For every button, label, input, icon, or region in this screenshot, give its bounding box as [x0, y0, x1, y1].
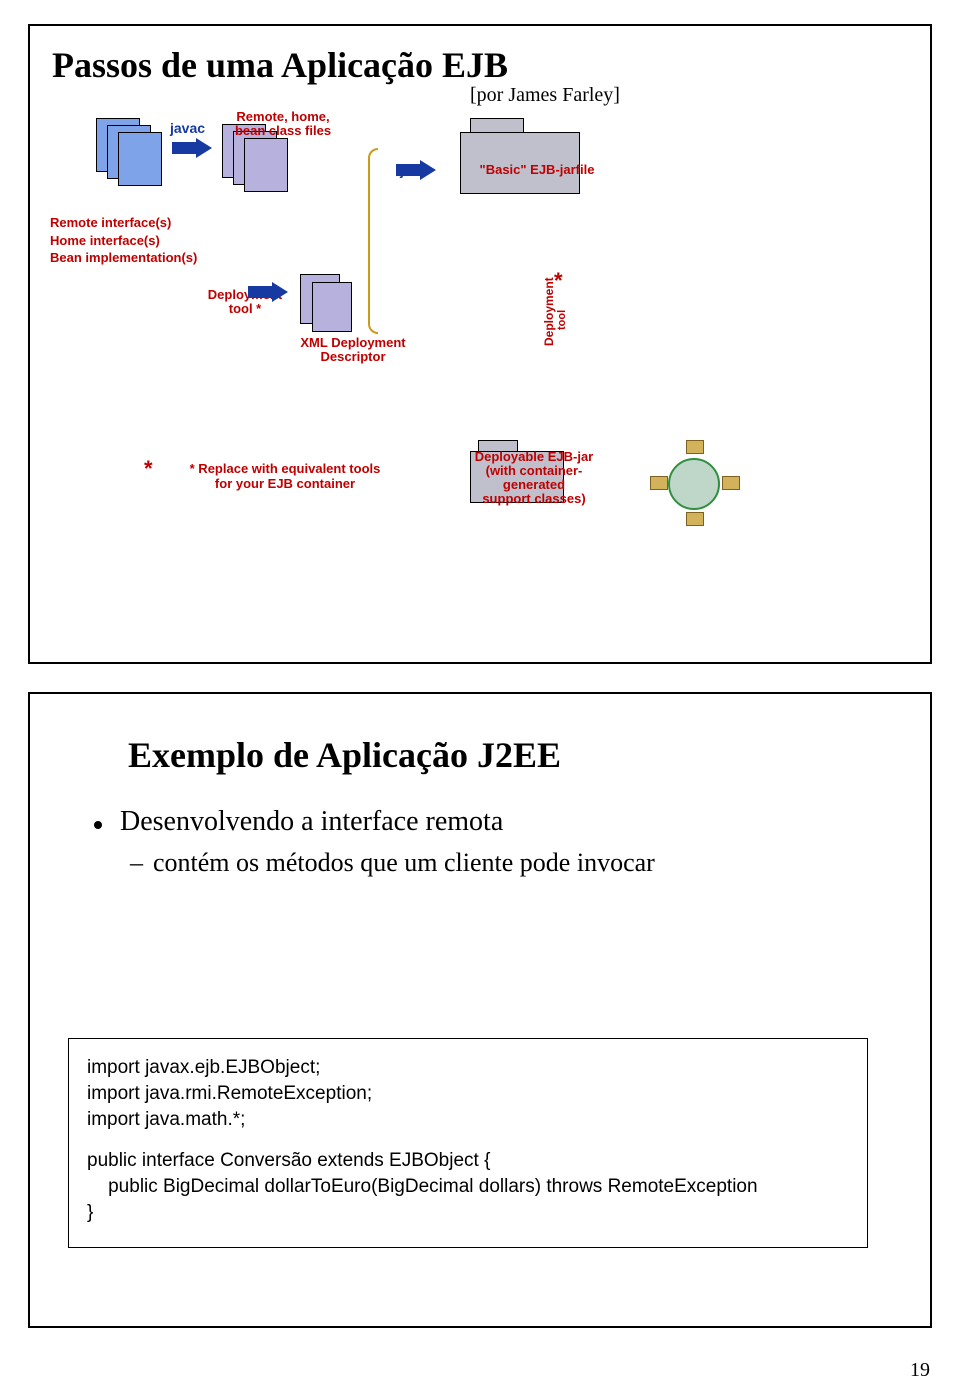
bullet-dot-icon	[94, 821, 102, 829]
bullet-remote-interface: Desenvolvendo a interface remota	[94, 806, 904, 838]
label-jar: jar	[400, 162, 440, 178]
source-files-stack	[96, 118, 162, 190]
network-globe-icon	[650, 440, 740, 530]
diagram-row-2: Deployment tool * XML Deployment Descrip…	[190, 278, 890, 418]
label-xml-dep: XML Deployment Descriptor	[288, 336, 418, 365]
code-line-2: import java.rmi.RemoteException;	[87, 1081, 849, 1107]
slide1-subtitle: [por James Farley]	[470, 84, 620, 107]
code-line-3: import java.math.*;	[87, 1107, 849, 1133]
slide-ejb-steps: Passos de uma Aplicação EJB [por James F…	[28, 24, 932, 664]
slide1-title: Passos de uma Aplicação EJB	[52, 44, 908, 86]
code-box: import javax.ejb.EJBObject; import java.…	[68, 1038, 868, 1248]
slide2-title: Exemplo de Aplicação J2EE	[128, 734, 904, 776]
subbullet-invocar: – contém os métodos que um cliente pode …	[130, 848, 904, 878]
label-bean-impl: Bean implementation(s)	[50, 249, 250, 267]
label-vert-dep: Deployment	[542, 277, 556, 346]
dash-icon: –	[130, 848, 143, 878]
code-line-4: public interface Conversão extends EJBOb…	[87, 1148, 849, 1174]
label-basic-ejb: "Basic" EJB-jarfile	[462, 162, 612, 177]
page-number: 19	[910, 1359, 930, 1382]
vertical-dep-tool-label: * Deployment tool	[550, 276, 568, 396]
code-line-5: public BigDecimal dollarToEuro(BigDecima…	[87, 1174, 849, 1200]
code-line-1: import javax.ejb.EJBObject;	[87, 1055, 849, 1081]
arrow-javac	[172, 138, 212, 158]
code-line-6: }	[87, 1200, 849, 1226]
label-vert-tool: tool	[556, 310, 568, 330]
label-replace-note: * Replace with equivalent tools for your…	[150, 462, 420, 492]
slide-j2ee-example: Exemplo de Aplicação J2EE Desenvolvendo …	[28, 692, 932, 1328]
subbullet-text: contém os métodos que um cliente pode in…	[153, 848, 655, 878]
label-deployable: Deployable EJB-jar (with container- gene…	[454, 450, 614, 506]
label-remote-if: Remote interface(s)	[50, 214, 250, 232]
bullet-text: Desenvolvendo a interface remota	[120, 806, 503, 838]
label-javac: javac	[170, 120, 205, 136]
xml-descriptor-stack	[300, 274, 356, 336]
arrow-dep-tool	[248, 282, 288, 302]
basic-ejb-folder-icon	[460, 118, 580, 196]
diagram-row-3: * Replace with equivalent tools for your…	[150, 446, 890, 626]
label-home-if: Home interface(s)	[50, 232, 250, 250]
label-class-files: Remote, home, bean class files	[218, 110, 348, 137]
source-labels: Remote interface(s) Home interface(s) Be…	[50, 214, 250, 267]
diagram-row-1: javac Remote, home, bean class files jar…	[90, 114, 870, 214]
